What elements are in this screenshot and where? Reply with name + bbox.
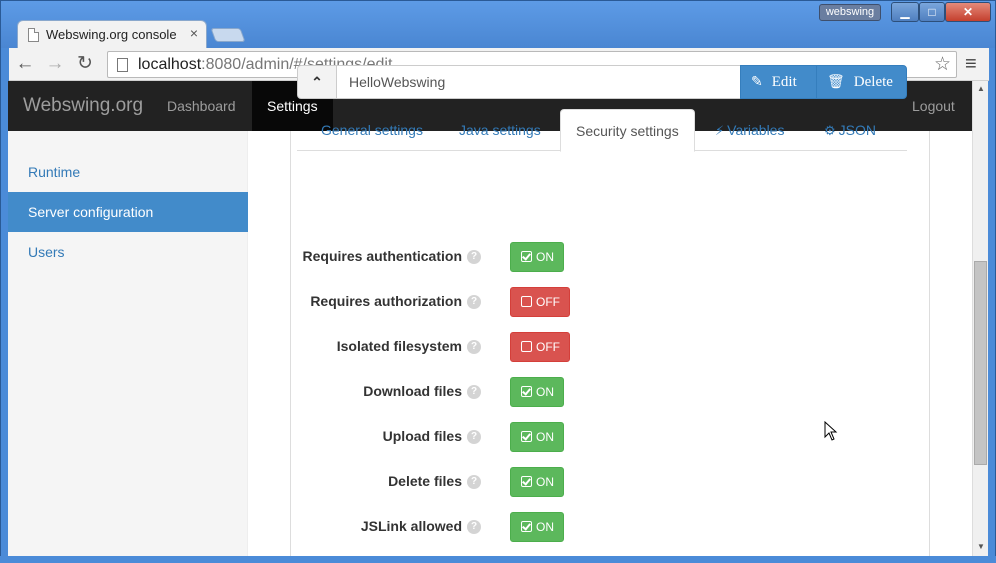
scroll-down-icon[interactable]: ▼: [977, 542, 985, 551]
lightning-icon: ⚡: [715, 124, 725, 139]
tab-close-icon[interactable]: ×: [190, 25, 198, 41]
sidebar: Runtime Server configuration Users: [8, 131, 248, 556]
tab-general-settings[interactable]: General settings: [306, 109, 438, 151]
bookmark-star-icon[interactable]: ☆: [934, 53, 951, 76]
tab-json-label: JSON: [838, 122, 876, 138]
minimize-button[interactable]: ▁: [891, 2, 919, 22]
toggle-state: OFF: [536, 340, 560, 354]
toggle-switch[interactable]: OFF: [510, 287, 570, 317]
toggle-switch[interactable]: ON: [510, 242, 564, 272]
toggle-state: ON: [536, 250, 554, 264]
settings-tabs: General settings Java settings Security …: [297, 109, 907, 152]
setting-isolated-filesystem: Isolated filesystem ? OFF: [297, 330, 907, 364]
toggle-state: OFF: [536, 295, 560, 309]
setting-requires-authentication: Requires authentication ? ON: [297, 240, 907, 274]
delete-button[interactable]: 🗑 Delete: [816, 65, 907, 99]
setting-label: Isolated filesystem: [336, 338, 462, 354]
tab-json[interactable]: ⚙ JSON: [809, 109, 891, 151]
title-bar: Webswing.org console × webswing ▁ □ ✕: [1, 1, 995, 48]
setting-label: JSLink allowed: [360, 518, 462, 534]
help-icon[interactable]: ?: [467, 250, 481, 264]
toggle-switch[interactable]: ON: [510, 467, 564, 497]
nav-logout[interactable]: Logout: [897, 81, 970, 131]
sidebar-item-server-configuration[interactable]: Server configuration: [8, 192, 248, 232]
sidebar-item-runtime[interactable]: Runtime: [8, 152, 248, 192]
window-bottom-frame: [0, 556, 996, 563]
scrollbar-thumb[interactable]: [974, 261, 987, 465]
tab-title: Webswing.org console: [46, 27, 177, 42]
checkbox-icon: [521, 431, 532, 442]
setting-label: Upload files: [382, 428, 462, 444]
gear-icon: ⚙: [824, 124, 836, 139]
help-icon[interactable]: ?: [467, 475, 481, 489]
brand-logo[interactable]: Webswing.org: [23, 95, 143, 117]
close-window-button[interactable]: ✕: [945, 2, 991, 22]
checkbox-empty-icon: [521, 341, 532, 352]
help-icon[interactable]: ?: [467, 340, 481, 354]
toggle-state: ON: [536, 520, 554, 534]
app-header-bar: ⌃ HelloWebswing ✎ Edit 🗑 Delete: [297, 65, 907, 99]
browser-tab[interactable]: Webswing.org console ×: [17, 20, 207, 48]
trash-icon: 🗑: [827, 74, 845, 90]
setting-label: Delete files: [388, 473, 462, 489]
browser-menu-icon[interactable]: ≡: [965, 53, 977, 76]
setting-download-files: Download files ? ON: [297, 375, 907, 409]
setting-upload-files: Upload files ? ON: [297, 420, 907, 454]
edit-label: Edit: [771, 74, 797, 90]
forward-icon[interactable]: →: [43, 52, 67, 76]
app-name-field: HelloWebswing: [336, 65, 741, 99]
tab-security-settings[interactable]: Security settings: [560, 109, 695, 152]
profile-badge[interactable]: webswing: [819, 4, 881, 21]
sidebar-item-users[interactable]: Users: [8, 232, 248, 272]
help-icon[interactable]: ?: [467, 295, 481, 309]
checkbox-icon: [521, 521, 532, 532]
toggle-state: ON: [536, 385, 554, 399]
collapse-button[interactable]: ⌃: [297, 65, 337, 99]
edit-button[interactable]: ✎ Edit: [740, 65, 817, 99]
setting-label: Requires authentication: [302, 248, 462, 264]
checkbox-icon: [521, 386, 532, 397]
nav-dashboard[interactable]: Dashboard: [152, 81, 251, 131]
delete-label: Delete: [853, 74, 893, 90]
scroll-up-icon[interactable]: ▲: [977, 84, 985, 93]
checkbox-icon: [521, 476, 532, 487]
help-icon[interactable]: ?: [467, 430, 481, 444]
chevron-up-icon: ⌃: [311, 74, 323, 90]
toggle-switch[interactable]: ON: [510, 377, 564, 407]
new-tab-button[interactable]: [210, 28, 246, 42]
back-icon[interactable]: ←: [13, 52, 37, 76]
mouse-cursor-icon: [824, 421, 838, 441]
help-icon[interactable]: ?: [467, 520, 481, 534]
setting-delete-files: Delete files ? ON: [297, 465, 907, 499]
document-icon: [117, 58, 128, 72]
maximize-button[interactable]: □: [919, 2, 945, 22]
reload-icon[interactable]: ↻: [73, 52, 97, 76]
toggle-state: ON: [536, 475, 554, 489]
setting-label: Requires authorization: [310, 293, 462, 309]
page-scrollbar[interactable]: ▲ ▼: [972, 81, 988, 556]
setting-requires-authorization: Requires authorization ? OFF: [297, 285, 907, 319]
checkbox-empty-icon: [521, 296, 532, 307]
help-icon[interactable]: ?: [467, 385, 481, 399]
page-icon: [28, 28, 39, 42]
setting-label: Download files: [363, 383, 462, 399]
toggle-switch[interactable]: ON: [510, 422, 564, 452]
edit-icon: ✎: [751, 74, 763, 90]
tab-variables[interactable]: ⚡ Variables: [700, 109, 799, 151]
toggle-switch[interactable]: OFF: [510, 332, 570, 362]
tab-variables-label: Variables: [727, 122, 785, 138]
toggle-switch[interactable]: ON: [510, 512, 564, 542]
toggle-state: ON: [536, 430, 554, 444]
setting-jslink-allowed: JSLink allowed ? ON: [297, 510, 907, 544]
tab-java-settings[interactable]: Java settings: [444, 109, 556, 151]
checkbox-icon: [521, 251, 532, 262]
